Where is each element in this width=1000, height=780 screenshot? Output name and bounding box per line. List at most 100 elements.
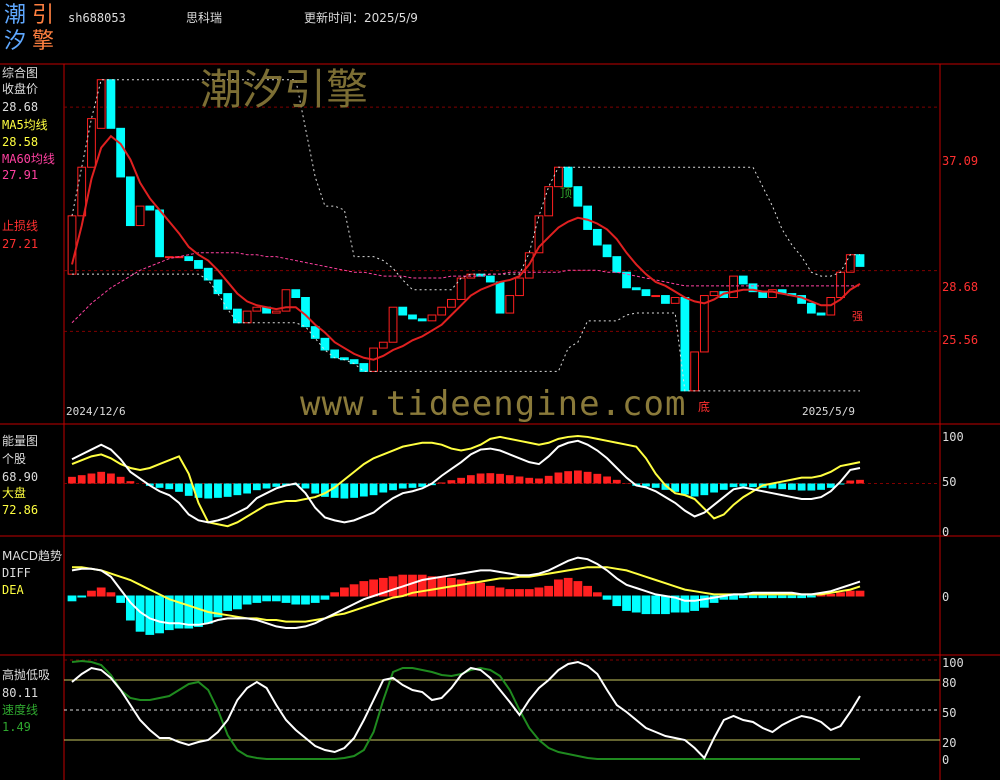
candle bbox=[563, 166, 573, 188]
macd-bar bbox=[369, 579, 378, 597]
candle bbox=[806, 302, 816, 314]
macd-bar bbox=[777, 595, 787, 599]
macd-bar bbox=[155, 595, 164, 634]
gaopao-tick: 100 bbox=[942, 656, 964, 670]
macd-bar bbox=[641, 595, 651, 615]
candle bbox=[855, 254, 865, 267]
macd-bar bbox=[622, 595, 631, 611]
energy-bar bbox=[476, 473, 485, 484]
macd-bar bbox=[349, 584, 359, 597]
macd-bar bbox=[388, 576, 398, 597]
energy-bar bbox=[593, 473, 602, 484]
ma5-value: 28.58 bbox=[2, 135, 39, 149]
macd-bar bbox=[651, 595, 661, 615]
macd-bar bbox=[699, 595, 709, 608]
macd-bar bbox=[184, 595, 194, 629]
energy-bar bbox=[379, 483, 388, 493]
macd-bar bbox=[602, 595, 612, 600]
macd-bar bbox=[524, 589, 534, 597]
candle bbox=[515, 277, 524, 297]
candle bbox=[437, 306, 447, 316]
macd-bar bbox=[738, 595, 748, 599]
energy-bar bbox=[729, 483, 738, 488]
macd-bar bbox=[330, 592, 340, 597]
candle bbox=[738, 275, 748, 285]
candle bbox=[184, 256, 194, 262]
candle bbox=[544, 186, 554, 217]
energy-bar bbox=[398, 483, 407, 489]
macd-bar bbox=[417, 574, 427, 597]
candle bbox=[398, 306, 408, 316]
gaopao-tick: 50 bbox=[942, 706, 957, 720]
ma60-value: 27.91 bbox=[2, 168, 39, 182]
macd-bar bbox=[787, 595, 797, 599]
candle bbox=[96, 79, 106, 129]
energy-bar bbox=[544, 475, 553, 484]
macd-bar bbox=[573, 581, 583, 597]
candle bbox=[232, 308, 242, 324]
candle bbox=[242, 310, 252, 324]
energy-bar bbox=[680, 483, 689, 495]
macd-bar bbox=[291, 595, 301, 605]
candle bbox=[378, 341, 388, 349]
macd-bar bbox=[252, 595, 262, 603]
candle bbox=[670, 297, 680, 304]
energy-bar bbox=[719, 483, 728, 490]
candle bbox=[729, 275, 738, 299]
candle bbox=[203, 267, 213, 281]
candle bbox=[641, 289, 651, 297]
candle bbox=[388, 306, 398, 343]
speed-value: 1.49 bbox=[2, 720, 31, 734]
energy-bar bbox=[68, 476, 76, 484]
macd-bar bbox=[340, 587, 349, 597]
macd-bar bbox=[359, 581, 369, 597]
energy-bar bbox=[554, 472, 563, 484]
energy-bar bbox=[165, 483, 174, 490]
energy-bar bbox=[243, 483, 252, 494]
macd-bar bbox=[262, 595, 271, 602]
candle bbox=[651, 295, 661, 298]
energy-bar bbox=[797, 483, 806, 491]
energy-bar bbox=[603, 476, 611, 484]
energy-tick: 50 bbox=[942, 475, 957, 489]
macd-bar bbox=[223, 595, 233, 611]
stop-value: 27.21 bbox=[2, 237, 39, 251]
macd-bar bbox=[106, 592, 116, 597]
macd-bar bbox=[271, 595, 281, 602]
macd-bar bbox=[456, 579, 466, 597]
energy-bar bbox=[525, 477, 534, 484]
candle bbox=[690, 351, 700, 392]
macd-bar bbox=[281, 595, 291, 603]
candle bbox=[106, 79, 116, 129]
energy-bar bbox=[311, 483, 320, 494]
ma60-line bbox=[71, 252, 860, 324]
candle bbox=[573, 186, 583, 207]
candle bbox=[554, 166, 563, 188]
energy-bar bbox=[126, 481, 135, 484]
candle bbox=[495, 281, 505, 314]
candle bbox=[291, 289, 301, 299]
panel4-title: 高抛低吸 bbox=[2, 668, 51, 682]
energy-bar bbox=[700, 483, 709, 496]
energy-bar bbox=[408, 483, 417, 488]
macd-bar bbox=[232, 595, 242, 610]
candle bbox=[271, 310, 281, 314]
macd-bar bbox=[194, 595, 203, 627]
candle bbox=[612, 256, 622, 273]
ma5-label: MA5均线 bbox=[2, 118, 48, 132]
energy-bar bbox=[87, 473, 96, 484]
energy-bar bbox=[97, 471, 106, 484]
stock-label: 个股 bbox=[2, 452, 27, 466]
macd-bar bbox=[67, 595, 77, 602]
gaopao-tick: 20 bbox=[942, 736, 957, 750]
energy-bar bbox=[184, 483, 193, 496]
macd-tick: 0 bbox=[942, 590, 950, 604]
candle bbox=[661, 295, 670, 304]
energy-bar bbox=[437, 482, 446, 484]
candle bbox=[135, 205, 145, 227]
macd-bar bbox=[690, 595, 700, 611]
macd-bar bbox=[826, 593, 836, 597]
macd-bar bbox=[554, 579, 563, 597]
candle bbox=[223, 293, 233, 310]
macd-bar bbox=[729, 595, 738, 600]
